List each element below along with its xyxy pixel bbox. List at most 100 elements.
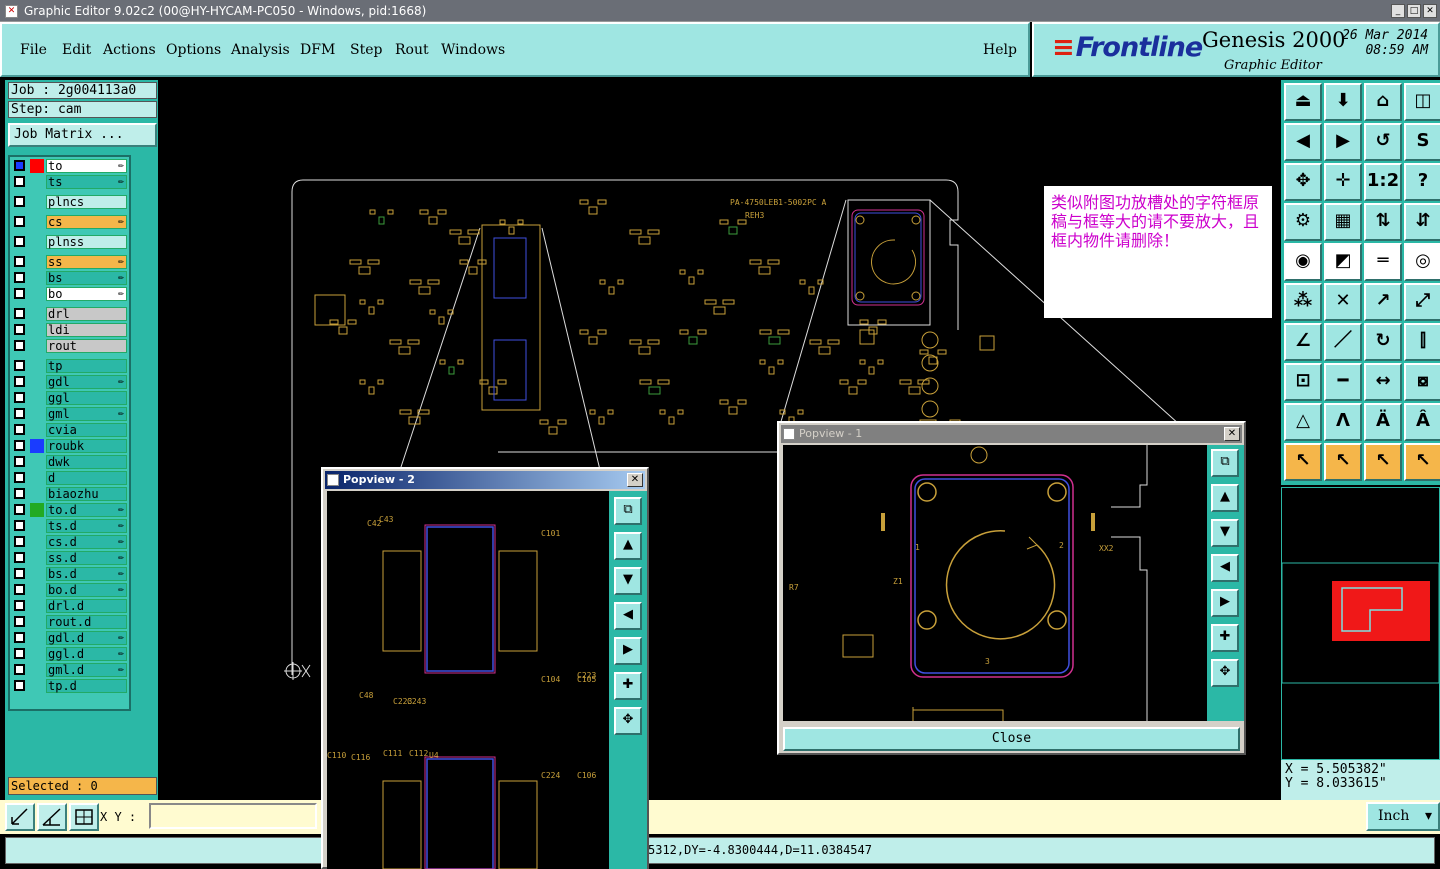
rout-icon[interactable]: ⚙	[1284, 203, 1322, 241]
layer-row[interactable]: ts.d ✏	[10, 519, 129, 533]
menu-rout[interactable]: Rout	[395, 42, 429, 58]
layer-row[interactable]: rout.d	[10, 615, 129, 629]
popview-2-titlebar[interactable]: Popview - 2 ✕	[325, 471, 645, 489]
pan-left-icon[interactable]: ◀	[1284, 123, 1322, 161]
layer-checkbox[interactable]	[14, 504, 25, 515]
mirror-icon[interactable]: ⫿	[1404, 323, 1440, 361]
layer-row[interactable]: bs.d ✏	[10, 567, 129, 581]
layer-row[interactable]: cvia	[10, 423, 129, 437]
shapes-icon[interactable]: ⧇	[1404, 363, 1440, 401]
layer-row[interactable]: ss.d ✏	[10, 551, 129, 565]
layer-row[interactable]: drl.d	[10, 599, 129, 613]
step-down-icon[interactable]: ⬇	[1324, 83, 1362, 121]
layer-name[interactable]: cvia	[46, 423, 127, 437]
layer-checkbox[interactable]	[14, 408, 25, 419]
pointer-icon[interactable]: ↖	[1284, 443, 1322, 481]
pan-down-icon[interactable]: ▼	[1211, 519, 1239, 547]
layer-checkbox[interactable]	[14, 288, 25, 299]
menu-dfm[interactable]: DFM	[300, 42, 335, 58]
zoom-center-icon[interactable]: ✛	[1324, 163, 1362, 201]
layer-color-swatch[interactable]	[30, 503, 44, 517]
layer-checkbox[interactable]	[14, 392, 25, 403]
arc-icon[interactable]: ↗	[1364, 283, 1402, 321]
menu-options[interactable]: Options	[166, 42, 221, 58]
layer-checkbox[interactable]	[14, 176, 25, 187]
overview-map[interactable]	[1281, 487, 1440, 760]
layer-row[interactable]: ldi	[10, 323, 129, 337]
popview-1-titlebar[interactable]: Popview - 1 ✕	[781, 425, 1242, 443]
layer-name[interactable]: drl.d	[46, 599, 127, 613]
layer-row[interactable]: plncs	[10, 195, 129, 209]
layer-checkbox[interactable]	[14, 648, 25, 659]
a-up-icon[interactable]: Ä	[1364, 403, 1402, 441]
layer-checkbox[interactable]	[14, 216, 25, 227]
layer-checkbox[interactable]	[14, 424, 25, 435]
layer-up-icon[interactable]: ⇅	[1364, 203, 1402, 241]
layer-row[interactable]: tp	[10, 359, 129, 373]
layer-checkbox[interactable]	[14, 272, 25, 283]
pan-up-icon[interactable]: ▲	[614, 532, 642, 560]
layer-checkbox[interactable]	[14, 536, 25, 547]
layer-checkbox[interactable]	[14, 360, 25, 371]
pan-right-icon[interactable]: ▶	[1211, 589, 1239, 617]
menu-file[interactable]: File	[20, 42, 47, 58]
layer-row[interactable]: gml ✏	[10, 407, 129, 421]
layer-row[interactable]: biaozhu	[10, 487, 129, 501]
layer-name[interactable]: ts ✏	[46, 175, 127, 189]
layer-row[interactable]: drl	[10, 307, 129, 321]
layer-name[interactable]: gml ✏	[46, 407, 127, 421]
layer-row[interactable]: gdl ✏	[10, 375, 129, 389]
peak-icon[interactable]: Λ	[1324, 403, 1362, 441]
angle-icon[interactable]: ∠	[1284, 323, 1322, 361]
layer-name[interactable]: bo ✏	[46, 287, 127, 301]
menu-help[interactable]: Help	[983, 42, 1017, 58]
xy-input[interactable]	[149, 803, 317, 829]
layer-row[interactable]: ts ✏	[10, 175, 129, 189]
layer-checkbox[interactable]	[14, 308, 25, 319]
layer-name[interactable]: plncs	[46, 195, 127, 209]
layer-name[interactable]: ts.d ✏	[46, 519, 127, 533]
popview-2-close-icon[interactable]: ✕	[627, 473, 643, 487]
measure-icon[interactable]	[37, 803, 67, 831]
layer-checkbox[interactable]	[14, 340, 25, 351]
layer-row[interactable]: cs.d ✏	[10, 535, 129, 549]
menu-analysis[interactable]: Analysis	[231, 42, 290, 58]
zoom-fit-icon[interactable]: ✥	[1284, 163, 1322, 201]
grid-icon[interactable]: ▦	[1324, 203, 1362, 241]
minimize-button[interactable]: _	[1391, 4, 1405, 18]
layer-name[interactable]: bo.d ✏	[46, 583, 127, 597]
maximize-button[interactable]: □	[1407, 4, 1421, 18]
layer-checkbox[interactable]	[14, 376, 25, 387]
layer-checkbox[interactable]	[14, 456, 25, 467]
layer-name[interactable]: roubk	[46, 439, 127, 453]
layer-checkbox[interactable]	[14, 520, 25, 531]
pan-right-icon[interactable]: ▶	[1324, 123, 1362, 161]
layer-name[interactable]: bs.d ✏	[46, 567, 127, 581]
move-pointer-icon[interactable]: ↖	[1404, 443, 1440, 481]
select-pointer-icon[interactable]: ↖	[1324, 443, 1362, 481]
distance-icon[interactable]: ↔	[1364, 363, 1402, 401]
layer-name[interactable]: to ✏	[46, 159, 127, 173]
popview-1-view[interactable]: 1 2 3 Z1 R7 XX2	[783, 445, 1207, 721]
popview-2-view[interactable]: C42 C43 C101 C48 C223 C243 C104 C105 C110 C116 C11…	[327, 491, 609, 869]
layer-name[interactable]: ss ✏	[46, 255, 127, 269]
layer-checkbox[interactable]	[14, 440, 25, 451]
layer-name[interactable]: plnss	[46, 235, 127, 249]
layer-checkbox[interactable]	[14, 324, 25, 335]
layer-name[interactable]: to.d ✏	[46, 503, 127, 517]
snap-pointer-icon[interactable]: ↖	[1364, 443, 1402, 481]
layer-name[interactable]: tp	[46, 359, 127, 373]
layer-checkbox[interactable]	[14, 568, 25, 579]
layer-color-swatch[interactable]	[30, 439, 44, 453]
job-matrix-button[interactable]: Job Matrix ...	[8, 123, 157, 147]
layer-name[interactable]: tp.d	[46, 679, 127, 693]
menu-windows[interactable]: Windows	[441, 42, 505, 58]
layer-row[interactable]: ss ✏	[10, 255, 129, 269]
connect-icon[interactable]: ⁂	[1284, 283, 1322, 321]
layer-row[interactable]: gdl.d ✏	[10, 631, 129, 645]
select-feature-icon[interactable]: ◉	[1284, 243, 1322, 281]
close-window-button[interactable]: ✕	[1423, 4, 1437, 18]
pan-left-icon[interactable]: ◀	[614, 602, 642, 630]
menu-actions[interactable]: Actions	[103, 42, 156, 58]
grid-snap-icon[interactable]	[69, 803, 99, 831]
